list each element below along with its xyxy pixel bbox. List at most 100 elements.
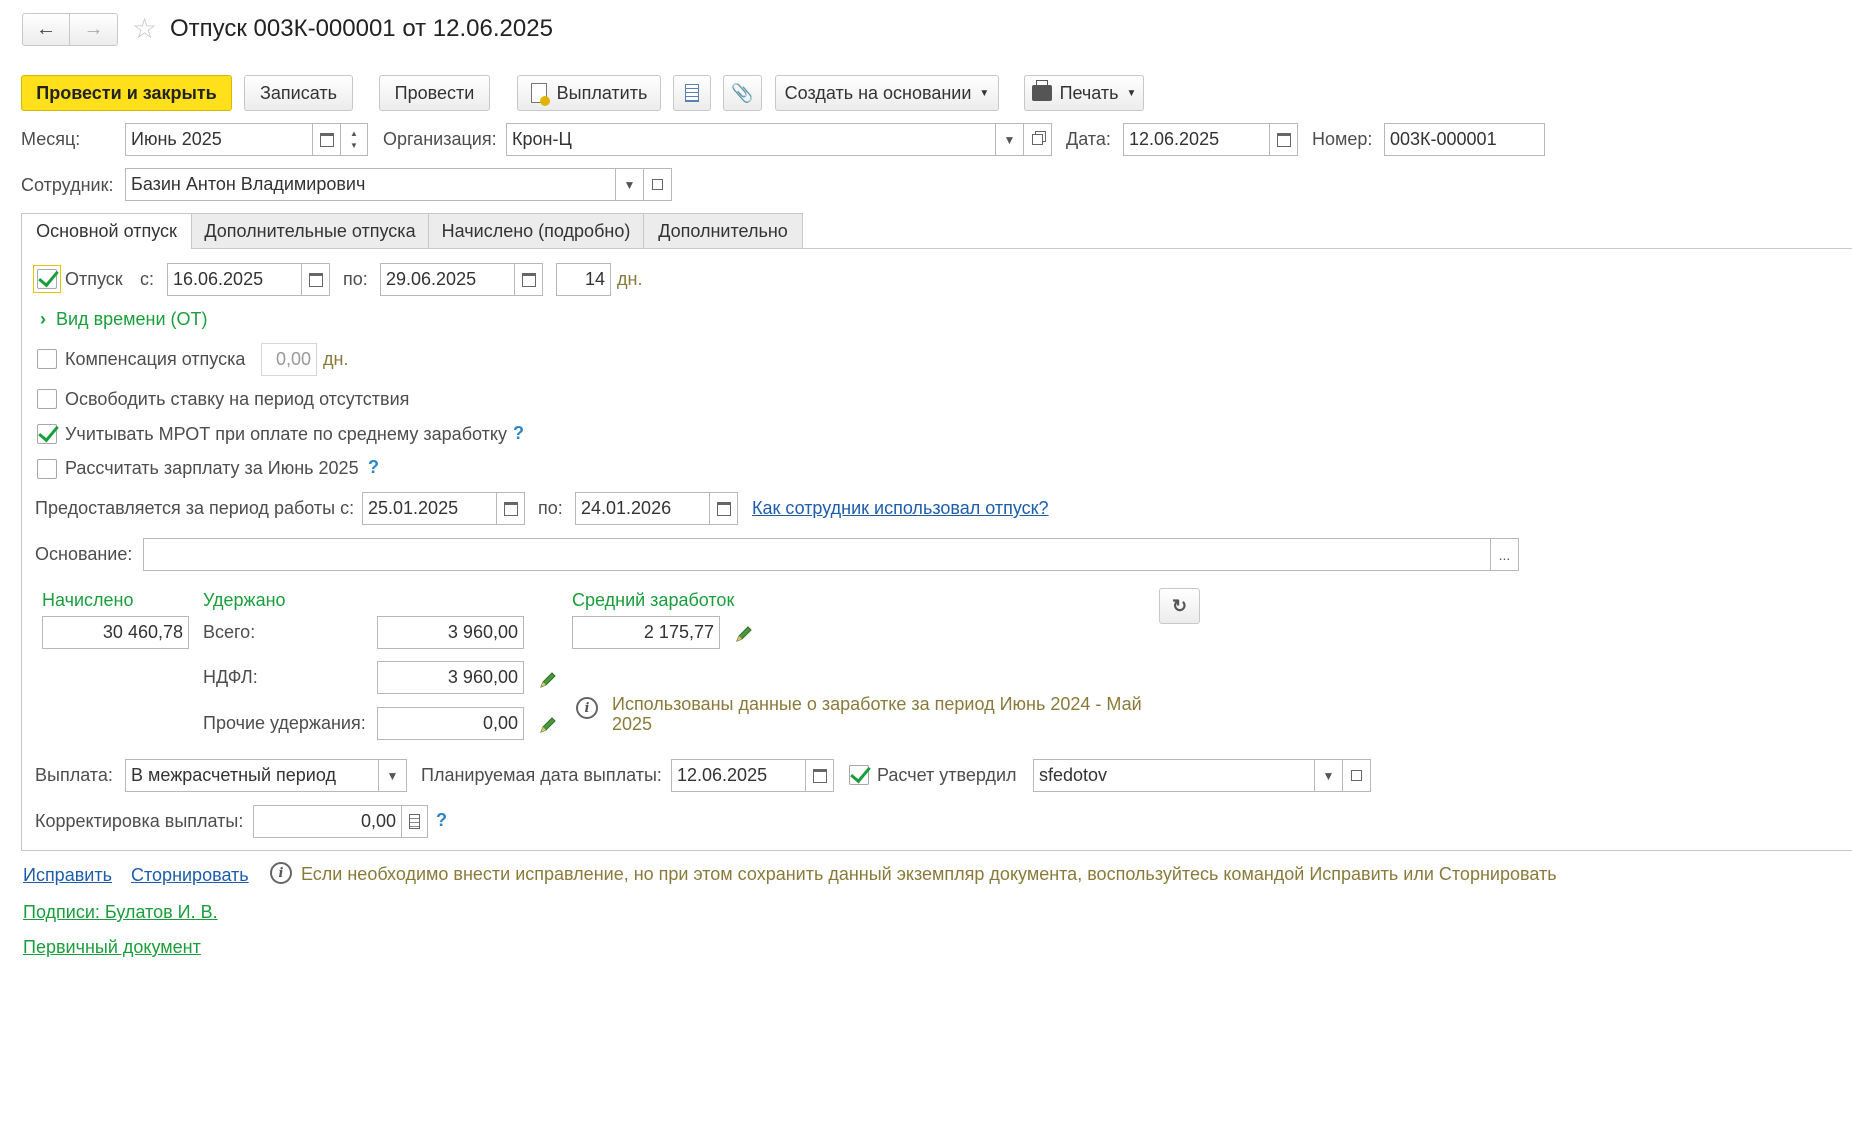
open-window-icon: [652, 179, 663, 190]
number-input[interactable]: 003К-000001: [1384, 123, 1545, 156]
work-period-to-input[interactable]: 24.01.2026: [575, 492, 710, 525]
tab-additional-vacations[interactable]: Дополнительные отпуска: [191, 213, 429, 249]
basis-label: Основание:: [35, 544, 133, 564]
calendar-icon: [503, 501, 518, 516]
payment-select[interactable]: В межрасчетный период: [125, 759, 379, 792]
pay-button[interactable]: Выплатить: [517, 75, 661, 111]
compensation-checkbox[interactable]: [37, 349, 57, 369]
employee-input[interactable]: Базин Антон Владимирович: [125, 168, 616, 201]
time-type-expander[interactable]: › Вид времени (ОТ): [40, 308, 208, 330]
post-and-close-button[interactable]: Провести и закрыть: [21, 75, 232, 111]
planned-date-calendar-button[interactable]: [805, 759, 834, 792]
employee-label: Сотрудник:: [21, 175, 114, 195]
print-button[interactable]: Печать ▼: [1024, 75, 1144, 111]
average-earnings-edit-pencil-icon[interactable]: [734, 624, 754, 644]
create-based-on-button[interactable]: Создать на основании ▼: [775, 75, 999, 111]
dropdown-arrow-icon: ▼: [1003, 132, 1016, 147]
work-period-label: Предоставляется за период работы с:: [35, 498, 355, 518]
month-spinner[interactable]: ▲ ▼: [340, 123, 368, 156]
free-rate-label: Освободить ставку на период отсутствия: [65, 389, 410, 409]
compensation-days-unit: дн.: [323, 349, 349, 369]
correction-calculator-button[interactable]: [401, 805, 428, 838]
planned-date-input[interactable]: 12.06.2025: [671, 759, 806, 792]
approved-by-input[interactable]: sfedotov: [1033, 759, 1315, 792]
tab-accrued-detailed[interactable]: Начислено (подробно): [428, 213, 644, 249]
refresh-icon: ↻: [1171, 595, 1188, 616]
calc-salary-label: Рассчитать зарплату за Июнь 2025: [65, 458, 359, 478]
calendar-icon: [812, 768, 827, 783]
approved-checkbox[interactable]: [849, 765, 869, 785]
free-rate-checkbox[interactable]: [37, 389, 57, 409]
vacation-to-input[interactable]: 29.06.2025: [380, 263, 515, 296]
other-withholdings-value: 0,00: [377, 707, 524, 740]
vacation-from-input[interactable]: 16.06.2025: [167, 263, 302, 296]
correction-label: Корректировка выплаты:: [35, 811, 244, 831]
employee-open-button[interactable]: [643, 168, 672, 201]
calculator-icon: [409, 814, 420, 829]
approved-by-dropdown-button[interactable]: ▼: [1314, 759, 1343, 792]
tab-main-vacation[interactable]: Основной отпуск: [21, 213, 192, 249]
basis-input[interactable]: [143, 538, 1491, 571]
calendar-icon: [1276, 132, 1291, 147]
approved-by-open-button[interactable]: [1342, 759, 1371, 792]
open-window-icon: [1351, 770, 1362, 781]
list-icon: [685, 84, 699, 102]
attach-button[interactable]: 📎: [723, 75, 762, 111]
favorite-star-icon[interactable]: ☆: [132, 14, 157, 44]
list-button[interactable]: [673, 75, 711, 111]
vacation-from-calendar-button[interactable]: [301, 263, 330, 296]
primary-document-link[interactable]: Первичный документ: [23, 936, 201, 958]
vacation-checkbox[interactable]: [37, 269, 57, 289]
calc-salary-help-icon[interactable]: ?: [368, 457, 379, 478]
tab-additional[interactable]: Дополнительно: [643, 213, 803, 249]
vacation-from-label: с:: [140, 269, 155, 289]
other-withholdings-edit-pencil-icon[interactable]: [538, 715, 558, 735]
accrued-value: 30 460,78: [42, 616, 189, 649]
date-calendar-button[interactable]: [1269, 123, 1298, 156]
save-button[interactable]: Записать: [244, 75, 353, 111]
payment-doc-icon: [530, 83, 550, 106]
employee-dropdown-button[interactable]: ▼: [615, 168, 644, 201]
compensation-label: Компенсация отпуска: [65, 349, 246, 369]
month-calendar-button[interactable]: [312, 123, 341, 156]
basis-select-button[interactable]: ...: [1490, 538, 1519, 571]
ndfl-edit-pencil-icon[interactable]: [538, 670, 558, 690]
organization-dropdown-button[interactable]: ▼: [995, 123, 1024, 156]
dropdown-arrow-icon: ▼: [386, 768, 399, 783]
reverse-link[interactable]: Сторнировать: [131, 864, 249, 886]
other-withholdings-label: Прочие удержания:: [203, 713, 366, 733]
work-period-from-input[interactable]: 25.01.2025: [362, 492, 497, 525]
spin-down-icon[interactable]: ▼: [350, 140, 358, 152]
work-period-to-calendar-button[interactable]: [709, 492, 738, 525]
vacation-days-input[interactable]: 14: [556, 263, 611, 296]
mrot-help-icon[interactable]: ?: [513, 423, 524, 444]
spin-up-icon[interactable]: ▲: [350, 128, 358, 140]
chevron-right-icon: ›: [40, 309, 46, 329]
footer-info-icon: i: [270, 862, 292, 884]
correction-help-icon[interactable]: ?: [436, 810, 447, 831]
fix-link[interactable]: Исправить: [23, 864, 112, 886]
create-based-on-label: Создать на основании: [784, 82, 972, 103]
work-period-from-calendar-button[interactable]: [496, 492, 525, 525]
accrued-heading: Начислено: [42, 590, 134, 610]
correction-input[interactable]: 0,00: [253, 805, 402, 838]
date-input[interactable]: 12.06.2025: [1123, 123, 1270, 156]
refresh-button[interactable]: ↻: [1159, 588, 1200, 624]
compensation-days-input[interactable]: 0,00: [261, 343, 317, 376]
open-window-icon: [1032, 134, 1043, 145]
vacation-to-label: по:: [343, 269, 368, 289]
forward-arrow-icon[interactable]: →: [70, 14, 117, 45]
ellipsis-icon: ...: [1498, 546, 1511, 563]
month-input[interactable]: Июнь 2025: [125, 123, 313, 156]
calc-salary-checkbox[interactable]: [37, 459, 57, 479]
post-button[interactable]: Провести: [379, 75, 490, 111]
signatures-link[interactable]: Подписи: Булатов И. В.: [23, 901, 218, 923]
organization-open-button[interactable]: [1023, 123, 1052, 156]
mrot-checkbox[interactable]: [37, 424, 57, 444]
vacation-usage-link[interactable]: Как сотрудник использовал отпуск?: [752, 497, 1049, 519]
vacation-to-calendar-button[interactable]: [514, 263, 543, 296]
organization-input[interactable]: Крон-Ц: [506, 123, 996, 156]
calendar-icon: [716, 501, 731, 516]
payment-dropdown-button[interactable]: ▼: [378, 759, 407, 792]
back-arrow-icon[interactable]: ←: [23, 14, 71, 45]
